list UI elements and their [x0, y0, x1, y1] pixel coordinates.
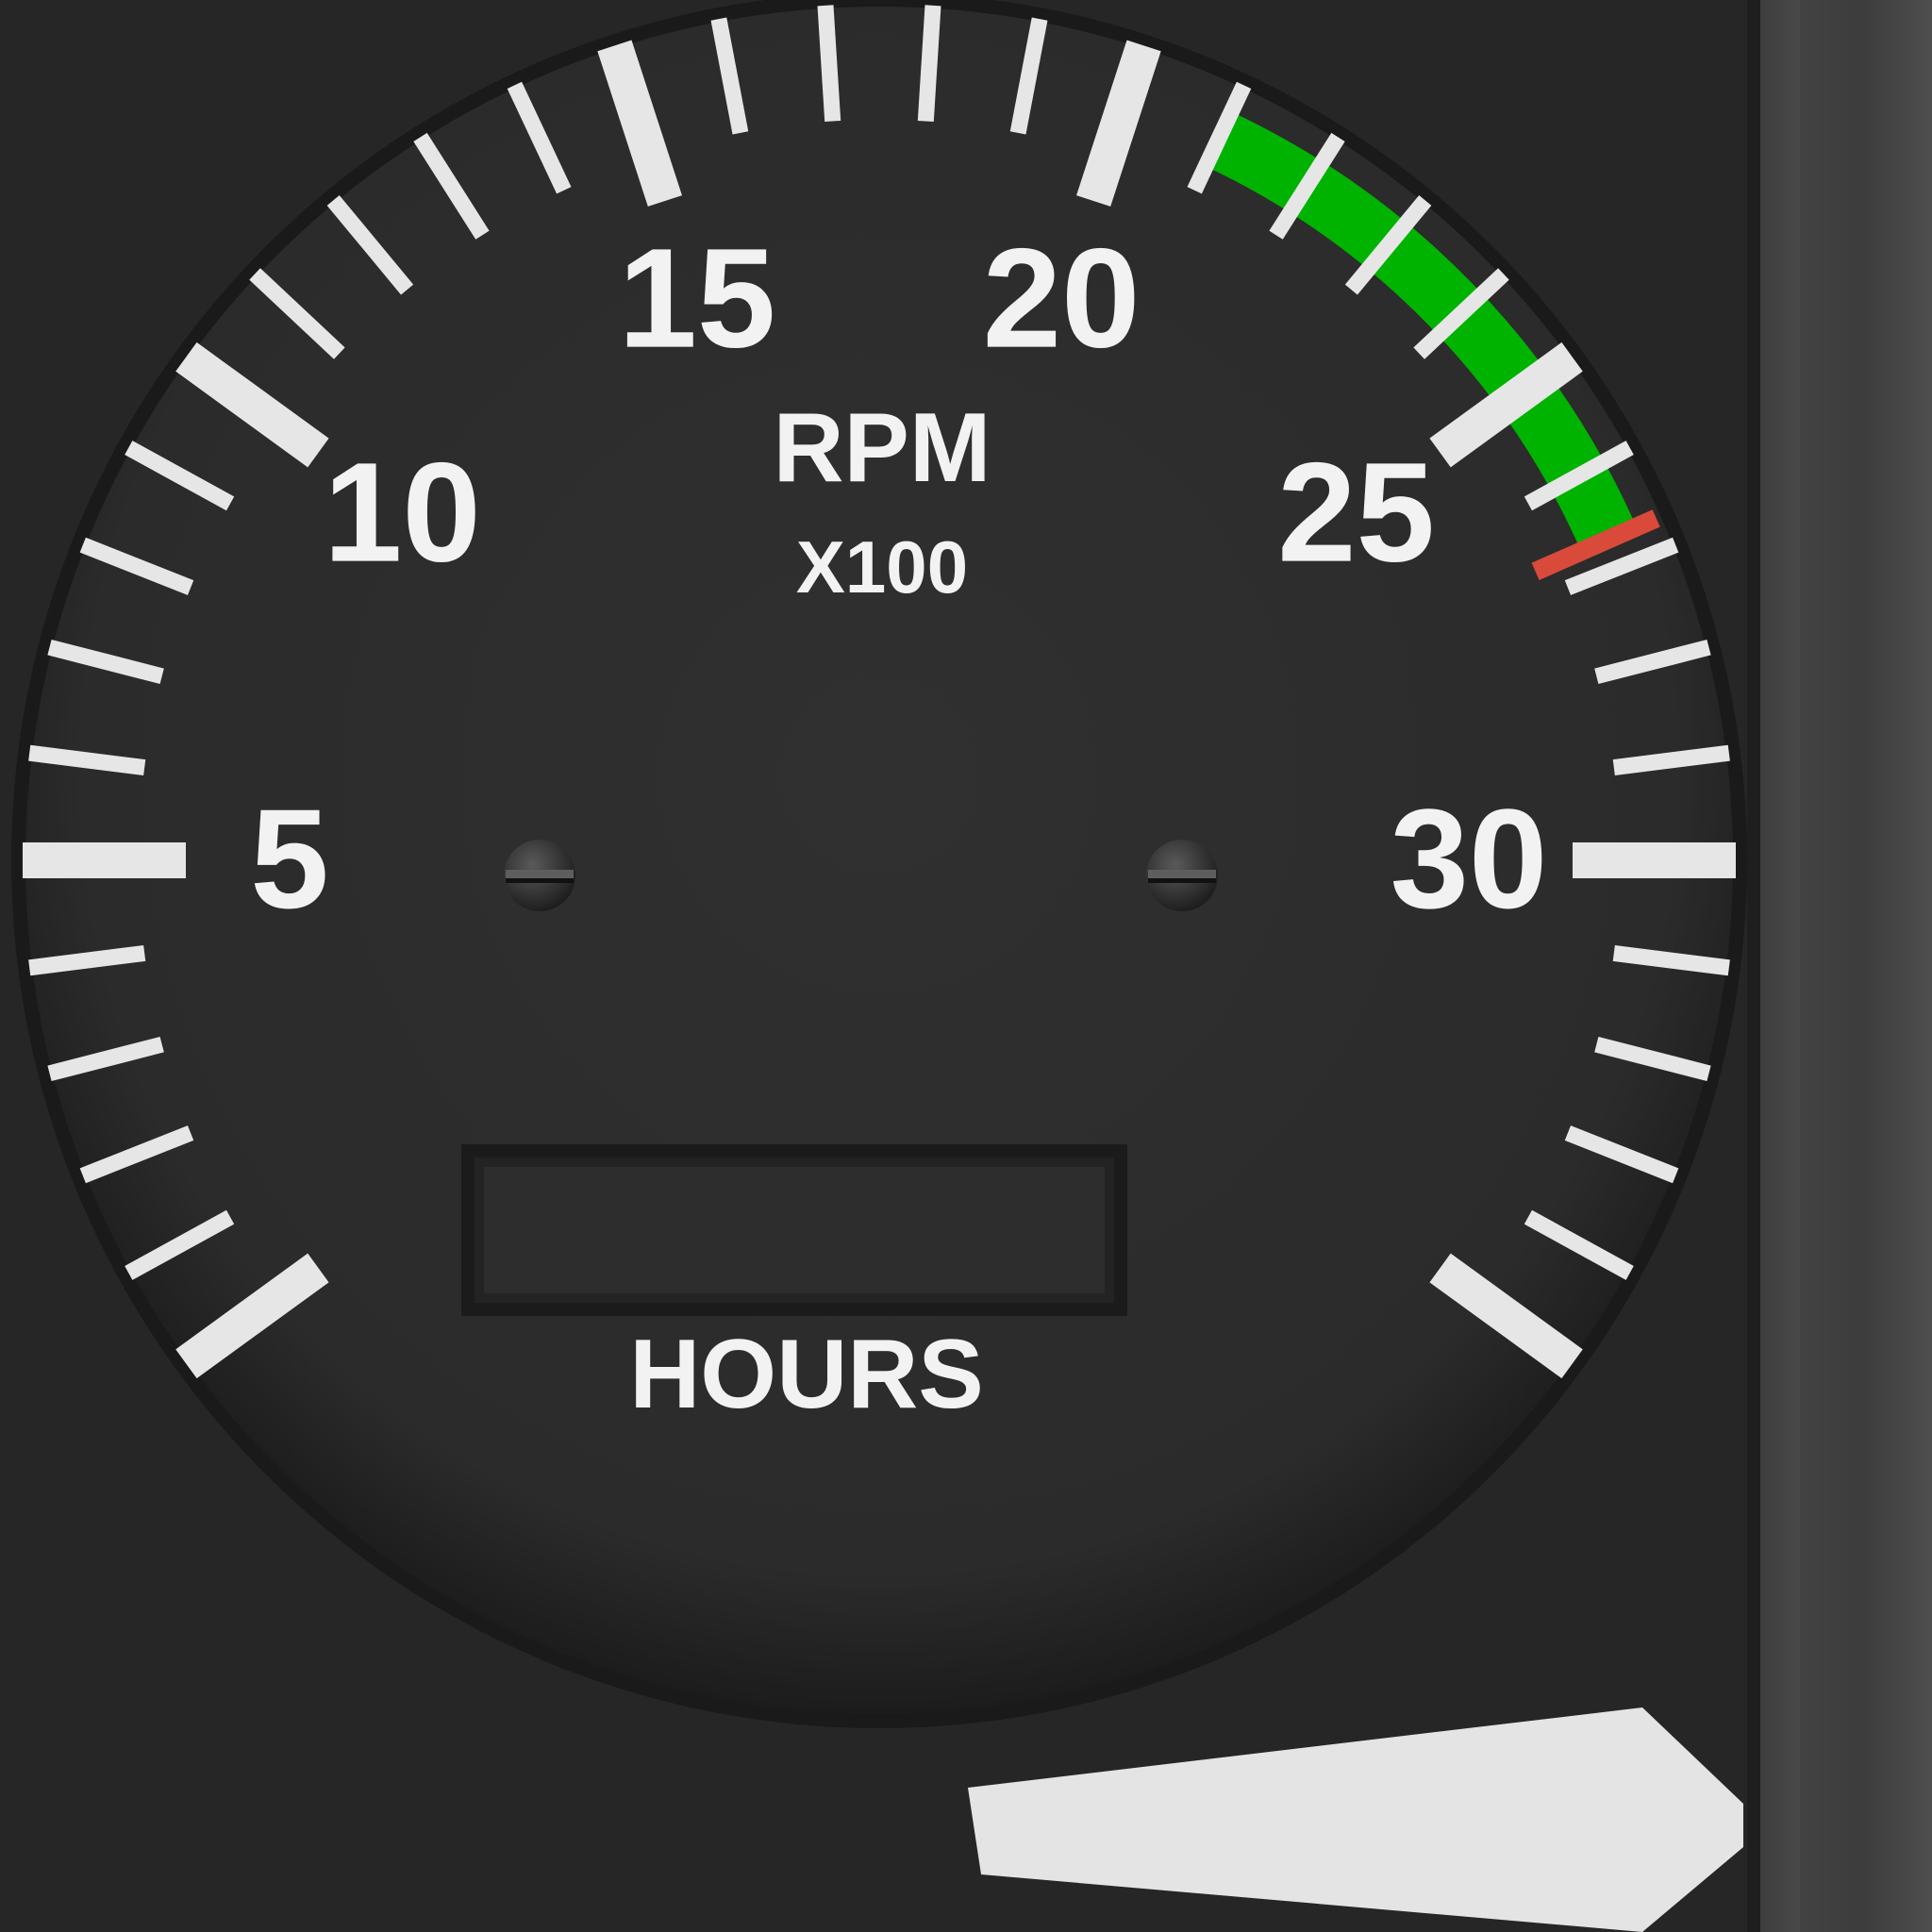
scale-label-5: 5	[250, 779, 328, 938]
minor-tick	[917, 5, 941, 123]
screw-right-icon	[1146, 840, 1218, 911]
scale-label-20: 20	[983, 219, 1141, 377]
units-rpm-label: RPM	[773, 393, 991, 503]
hours-counter-inner	[484, 1167, 1105, 1293]
hours-label: HOURS	[629, 1320, 984, 1429]
minor-tick	[817, 5, 841, 123]
scale-label-10: 10	[324, 433, 481, 591]
scale-label-25: 25	[1277, 433, 1435, 591]
side-rail-groove	[1800, 0, 1857, 1932]
units-multiplier-label: X100	[796, 525, 968, 608]
scale-label-15: 15	[618, 219, 775, 377]
gauge-needle	[968, 1707, 1743, 1932]
side-rail-edge	[1747, 0, 1760, 1932]
instrument-panel: 5 10 15 20 25 30 RPM X100 HOURS	[0, 0, 1932, 1932]
tachometer-gauge: 5 10 15 20 25 30 RPM X100 HOURS	[11, 0, 1932, 1932]
scale-label-30: 30	[1391, 779, 1548, 938]
screw-left-icon	[504, 840, 575, 911]
